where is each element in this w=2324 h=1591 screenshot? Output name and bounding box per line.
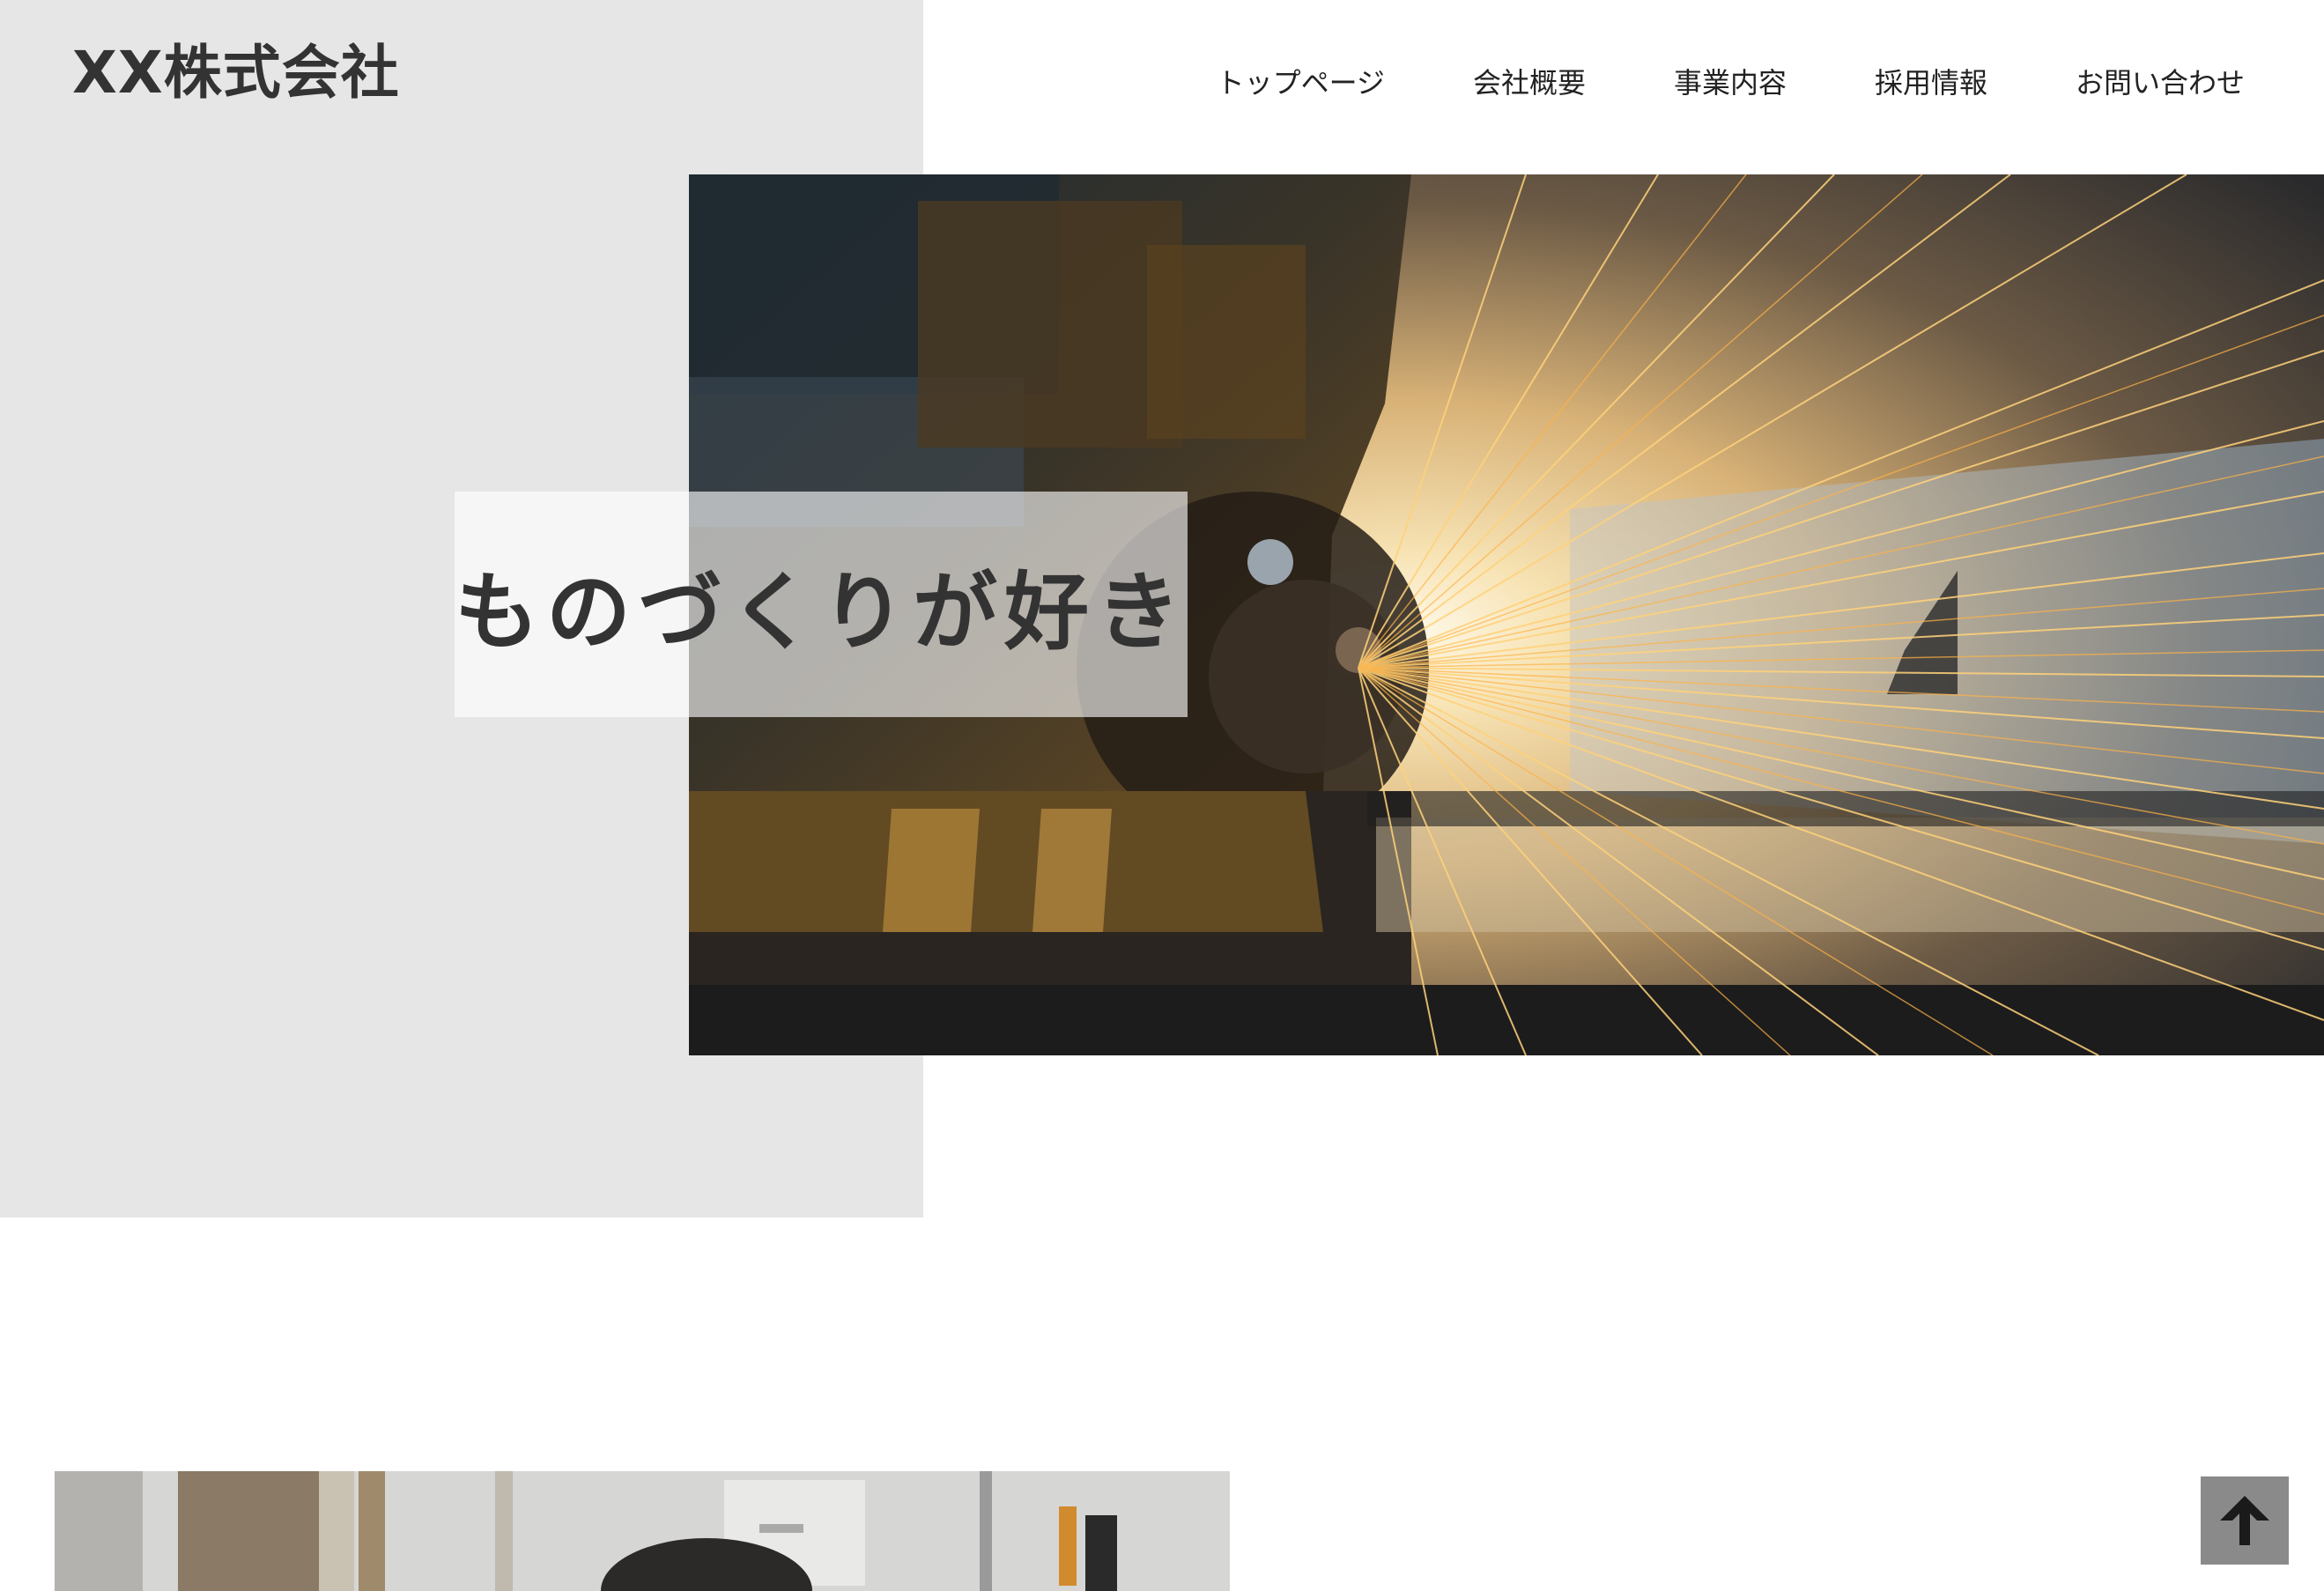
workshop-photo xyxy=(55,1471,1230,1591)
back-to-top-button[interactable] xyxy=(2201,1476,2289,1565)
global-nav: トップページ 会社概要 事業内容 採用情報 お問い合わせ xyxy=(1129,69,2245,97)
nav-item-business[interactable]: 事業内容 xyxy=(1674,69,1787,97)
hero-catch-copy-box: ものづくりが好き xyxy=(455,492,1188,717)
arrow-up-icon xyxy=(2220,1496,2269,1545)
nav-item-contact[interactable]: お問い合わせ xyxy=(2076,69,2245,97)
nav-item-top[interactable]: トップページ xyxy=(1217,69,1385,97)
nav-item-recruit[interactable]: 採用情報 xyxy=(1875,69,1987,97)
site-logo[interactable]: XX株式会社 xyxy=(72,44,400,102)
nav-item-company[interactable]: 会社概要 xyxy=(1473,69,1586,97)
hero-catch-copy: ものづくりが好き xyxy=(455,562,1188,662)
